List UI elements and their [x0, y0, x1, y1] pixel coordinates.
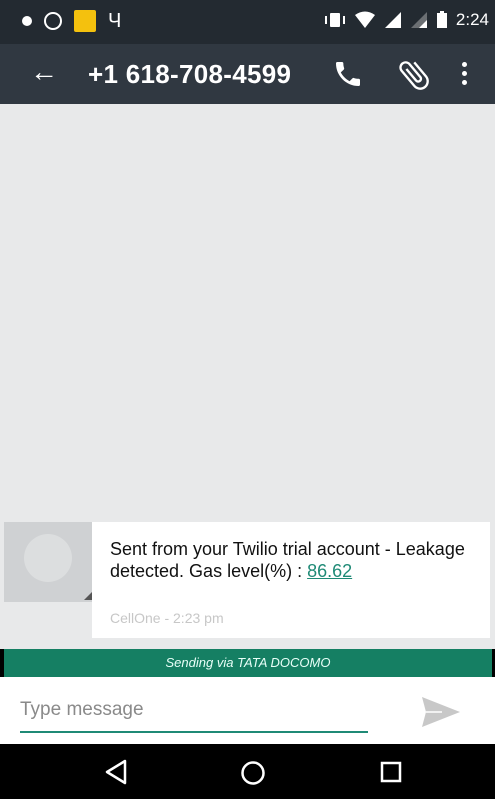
- wifi-icon: [354, 11, 375, 28]
- nav-recents-icon[interactable]: [380, 761, 402, 783]
- battery-icon: [436, 11, 447, 28]
- more-options-icon[interactable]: [462, 62, 467, 85]
- message-item: Sent from your Twilio trial account - Le…: [4, 522, 490, 642]
- sending-via-banner: Sending via TATA DOCOMO: [4, 649, 492, 677]
- notification-dot-icon: [22, 16, 32, 26]
- message-text: Sent from your Twilio trial account - Le…: [110, 538, 480, 582]
- status-time: 2:24: [455, 10, 489, 29]
- message-bubble[interactable]: Sent from your Twilio trial account - Le…: [92, 522, 490, 638]
- attachment-icon[interactable]: [395, 56, 433, 94]
- conversation-header: ← +1 618-708-4599: [0, 44, 495, 104]
- y-app-icon: Ч: [108, 10, 122, 32]
- back-arrow-icon[interactable]: ←: [30, 58, 58, 86]
- message-timestamp: CellOne - 2:23 pm: [110, 610, 224, 626]
- avatar[interactable]: [4, 522, 92, 602]
- phone-icon[interactable]: [332, 58, 364, 90]
- message-input[interactable]: [20, 691, 368, 721]
- vibrate-icon: [324, 13, 345, 27]
- send-icon[interactable]: [420, 695, 462, 729]
- nav-back-icon[interactable]: [103, 758, 129, 786]
- system-navigation-bar: [0, 744, 495, 799]
- signal-icon: [384, 12, 401, 28]
- message-list[interactable]: Sent from your Twilio trial account - Le…: [0, 104, 495, 649]
- contact-title: +1 618-708-4599: [88, 59, 292, 89]
- signal-weak-icon: [410, 12, 427, 28]
- notification-icons: Ч: [22, 10, 121, 32]
- message-input-wrap: [20, 691, 368, 733]
- message-body: Sent from your Twilio trial account - Le…: [110, 539, 465, 581]
- gas-level-link[interactable]: 86.62: [307, 561, 352, 581]
- composer: [0, 677, 495, 744]
- app-notification-icon: [74, 10, 96, 32]
- nav-home-icon[interactable]: [240, 760, 266, 786]
- system-icons: 2:24: [324, 10, 489, 30]
- status-bar: Ч 2:24: [0, 0, 495, 44]
- whatsapp-icon: [44, 12, 62, 30]
